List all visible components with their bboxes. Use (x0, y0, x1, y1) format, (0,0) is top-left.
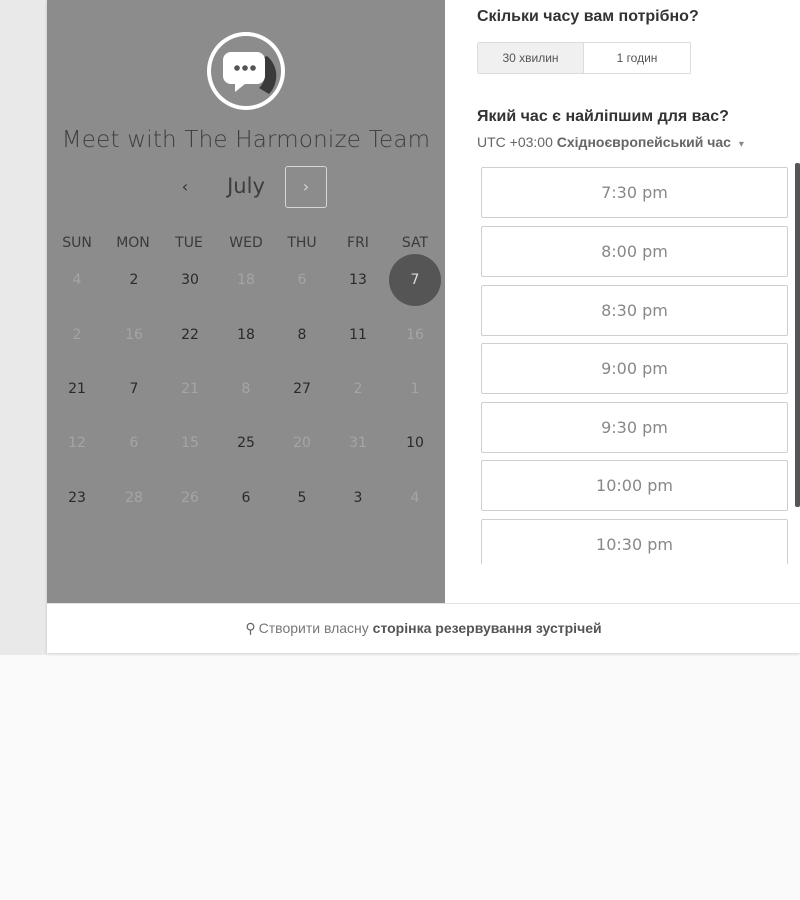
time-slot-button[interactable]: 10:00 pm (481, 460, 788, 511)
next-month-button[interactable]: › (285, 166, 327, 208)
month-label: July (227, 174, 265, 198)
weekday-label: THU (287, 235, 317, 251)
calendar-day[interactable]: 5 (276, 472, 328, 524)
weekday-label: SAT (401, 235, 429, 251)
calendar-day: 21 (181, 381, 199, 397)
calendar-day[interactable]: 8 (276, 309, 328, 361)
calendar-day[interactable]: 30 (164, 254, 216, 306)
calendar-day[interactable]: 11 (332, 309, 384, 361)
weekday-label: SUN (62, 235, 92, 251)
footer: ⚲ Створити власну сторінка резервування з… (47, 603, 800, 653)
calendar-day[interactable]: 3 (332, 472, 384, 524)
calendar-day: 12 (68, 435, 86, 451)
weekday-label: MON (116, 235, 150, 251)
calendar-day[interactable]: 27 (276, 363, 328, 415)
meeting-title: Meet with The Harmonize Team (61, 127, 431, 153)
footer-link[interactable]: сторінка резервування зустрічей (373, 620, 602, 636)
weekday-label: FRI (347, 235, 369, 251)
duration-30min-button[interactable]: 30 хвилин (478, 43, 584, 73)
time-slot-button[interactable]: 7:30 pm (481, 167, 788, 218)
calendar-day: 26 (181, 490, 199, 506)
calendar-day: 8 (241, 381, 251, 397)
time-slot-button[interactable]: 9:30 pm (481, 402, 788, 453)
time-slot-button[interactable]: 9:00 pm (481, 343, 788, 394)
weekday-label: TUE (175, 235, 203, 251)
calendar-day: 16 (406, 327, 424, 343)
calendar-day[interactable]: 10 (389, 417, 441, 469)
calendar-day[interactable]: 13 (332, 254, 384, 306)
footer-text: Створити власну (258, 620, 369, 636)
timezone-offset: UTC +03:00 (477, 134, 553, 150)
calendar-day-selected[interactable]: 7 (389, 254, 441, 306)
calendar-day: 20 (293, 435, 311, 451)
calendar-day: 2 (72, 327, 82, 343)
time-slot-scrollbar[interactable] (795, 163, 800, 507)
time-slot-list: 7:30 pm 8:00 pm 8:30 pm 9:00 pm 9:30 pm … (481, 167, 788, 564)
weekday-header: SUN MON TUE WED THU FRI SAT (47, 235, 445, 253)
prev-month-button[interactable]: ‹ (170, 172, 200, 202)
calendar-day[interactable]: 2 (108, 254, 160, 306)
calendar-day: 28 (125, 490, 143, 506)
calendar-day[interactable]: 23 (51, 472, 103, 524)
calendar-day: 16 (125, 327, 143, 343)
avatar (207, 32, 285, 110)
timezone-dropdown[interactable]: UTC +03:00 Східноєвропейський час ▾ (477, 134, 744, 150)
calendar-day[interactable]: 18 (220, 309, 272, 361)
time-slot-button[interactable]: 8:00 pm (481, 226, 788, 277)
calendar-day: 6 (129, 435, 139, 451)
calendar-day: 1 (410, 381, 420, 397)
calendar-day: 4 (410, 490, 420, 506)
calendar-day: 18 (237, 272, 255, 288)
time-slot-button[interactable]: 8:30 pm (481, 285, 788, 336)
calendar-day[interactable]: 7 (108, 363, 160, 415)
duration-toggle: 30 хвилин 1 годин (477, 42, 691, 74)
calendar-day: 4 (72, 272, 82, 288)
chat-bubble-icon (223, 52, 277, 94)
calendar-day: 15 (181, 435, 199, 451)
duration-heading: Скільки часу вам потрібно? (477, 8, 699, 25)
caret-down-icon: ▾ (738, 139, 744, 150)
calendar-day: 2 (353, 381, 363, 397)
calendar-day[interactable]: 6 (220, 472, 272, 524)
calendar-day[interactable]: 21 (51, 363, 103, 415)
hubspot-sprocket-icon: ⚲ (245, 620, 256, 636)
calendar-day: 6 (297, 272, 307, 288)
time-heading: Який час є найліпшим для вас? (477, 108, 729, 125)
weekday-label: WED (229, 235, 263, 251)
time-slot-button[interactable]: 10:30 pm (481, 519, 788, 564)
calendar-day[interactable]: 22 (164, 309, 216, 361)
timezone-name: Східноєвропейський час (556, 134, 731, 150)
duration-1hour-button[interactable]: 1 годин (584, 43, 690, 73)
left-backdrop (0, 0, 47, 655)
calendar-day: 31 (349, 435, 367, 451)
calendar-day[interactable]: 25 (220, 417, 272, 469)
